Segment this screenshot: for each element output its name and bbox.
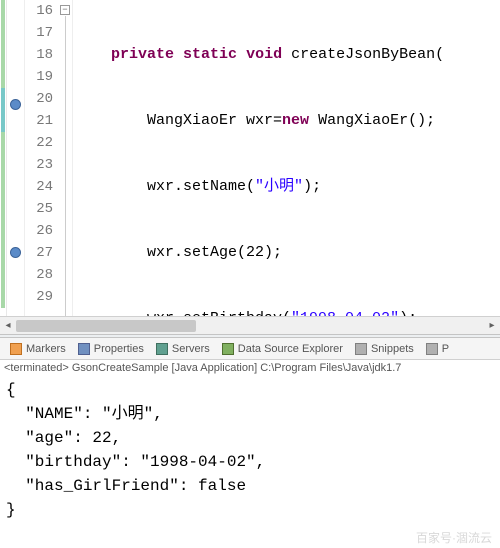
horizontal-scrollbar[interactable]: ◂ ▸	[0, 316, 500, 334]
tab-data-source-explorer[interactable]: Data Source Explorer	[216, 338, 349, 360]
line-number: 24	[25, 176, 53, 198]
tab-extra[interactable]: P	[420, 338, 455, 360]
tab-servers[interactable]: Servers	[150, 338, 216, 360]
data-source-icon	[222, 343, 234, 355]
fold-toggle-icon[interactable]: −	[60, 5, 70, 15]
markers-icon	[10, 343, 22, 355]
breakpoint-icon[interactable]	[10, 99, 21, 110]
tab-properties[interactable]: Properties	[72, 338, 150, 360]
console-output[interactable]: { "NAME": "小明", "age": 22, "birthday": "…	[0, 378, 500, 548]
scrollbar-thumb[interactable]	[16, 320, 196, 332]
line-number: 25	[25, 198, 53, 220]
tab-snippets[interactable]: Snippets	[349, 338, 420, 360]
folding-ruler[interactable]: −	[59, 0, 73, 316]
code-text-area[interactable]: private static void createJsonByBean( Wa…	[73, 0, 500, 316]
servers-icon	[156, 343, 168, 355]
line-number: 17	[25, 22, 53, 44]
line-number: 22	[25, 132, 53, 154]
line-number: 21	[25, 110, 53, 132]
snippets-icon	[355, 343, 367, 355]
tab-label: Properties	[94, 343, 144, 355]
tab-label: Servers	[172, 343, 210, 355]
tab-label: Snippets	[371, 343, 414, 355]
change-ruler	[0, 0, 7, 316]
line-number: 16	[25, 0, 53, 22]
line-number: 19	[25, 66, 53, 88]
line-number-gutter[interactable]: 16 17 18 19 20 21 22 23 24 25 26 27 28 2…	[25, 0, 59, 316]
annotation-ruler[interactable]	[7, 0, 25, 316]
breakpoint-icon[interactable]	[10, 247, 21, 258]
scroll-left-arrow-icon[interactable]: ◂	[0, 318, 16, 334]
tab-markers[interactable]: Markers	[4, 338, 72, 360]
bottom-tab-bar[interactable]: Markers Properties Servers Data Source E…	[0, 338, 500, 360]
properties-icon	[78, 343, 90, 355]
line-number: 26	[25, 220, 53, 242]
line-number: 27	[25, 242, 53, 264]
line-number: 28	[25, 264, 53, 286]
line-number: 18	[25, 44, 53, 66]
code-editor[interactable]: 16 17 18 19 20 21 22 23 24 25 26 27 28 2…	[0, 0, 500, 316]
tab-label: Markers	[26, 343, 66, 355]
line-number: 23	[25, 154, 53, 176]
line-number: 20	[25, 88, 53, 110]
scrollbar-track[interactable]	[16, 318, 484, 334]
console-process-label: <terminated> GsonCreateSample [Java Appl…	[0, 360, 500, 378]
tab-label: P	[442, 343, 449, 355]
tab-label: Data Source Explorer	[238, 343, 343, 355]
line-number: 29	[25, 286, 53, 308]
extra-icon	[426, 343, 438, 355]
scroll-right-arrow-icon[interactable]: ▸	[484, 318, 500, 334]
